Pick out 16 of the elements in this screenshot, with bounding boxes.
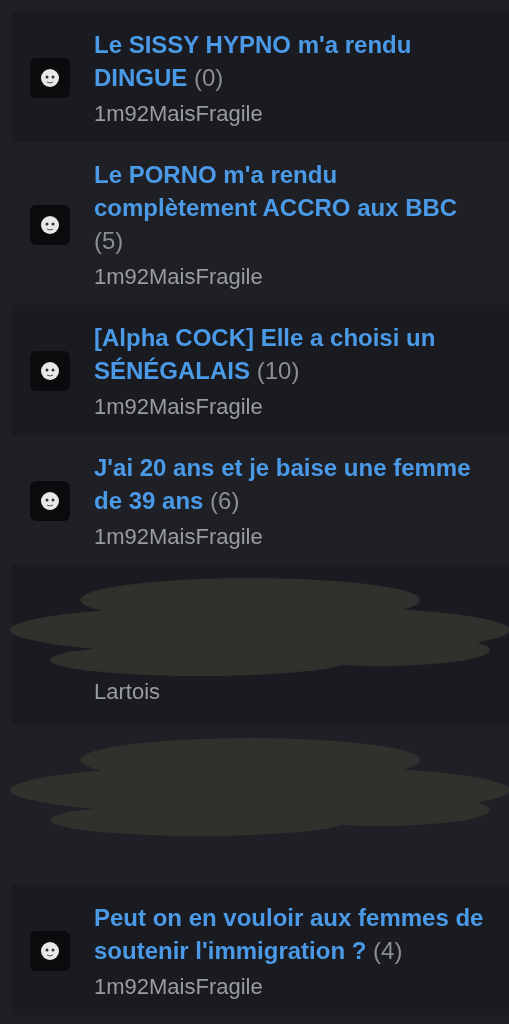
author-name: Lartois — [94, 678, 161, 706]
avatar-icon — [30, 351, 70, 391]
avatar-icon — [30, 58, 70, 98]
avatar-icon — [30, 481, 70, 521]
author-name: 1m92MaisFragile — [94, 100, 264, 128]
topic-title-link[interactable]: [Alpha COCK] Elle a choisi un SÉNÉGALAIS (10) — [94, 321, 484, 387]
author-name: 1m92MaisFragile — [94, 263, 264, 291]
avatar-icon — [30, 204, 70, 245]
author-name: 1m92MaisFragile — [94, 393, 264, 421]
topic-title-link[interactable]: J'ai 20 ans et je baise une femme de 39 ans (6) — [94, 451, 484, 517]
author-name: 1m92MaisFragile — [94, 973, 264, 1001]
author-name: 1m92MaisFragile — [94, 523, 264, 551]
topic-title-link[interactable]: Le PORNO m'a rendu complètement ACCRO aux BBC (5) — [94, 158, 484, 257]
topic-title-link[interactable]: Le SISSY HYPNO m'a rendu DINGUE (0) — [94, 28, 484, 94]
topic-title-link[interactable]: Peut on en vouloir aux femmes de soutenir l'immigration ? (4) — [94, 901, 484, 967]
avatar-icon — [30, 931, 70, 971]
